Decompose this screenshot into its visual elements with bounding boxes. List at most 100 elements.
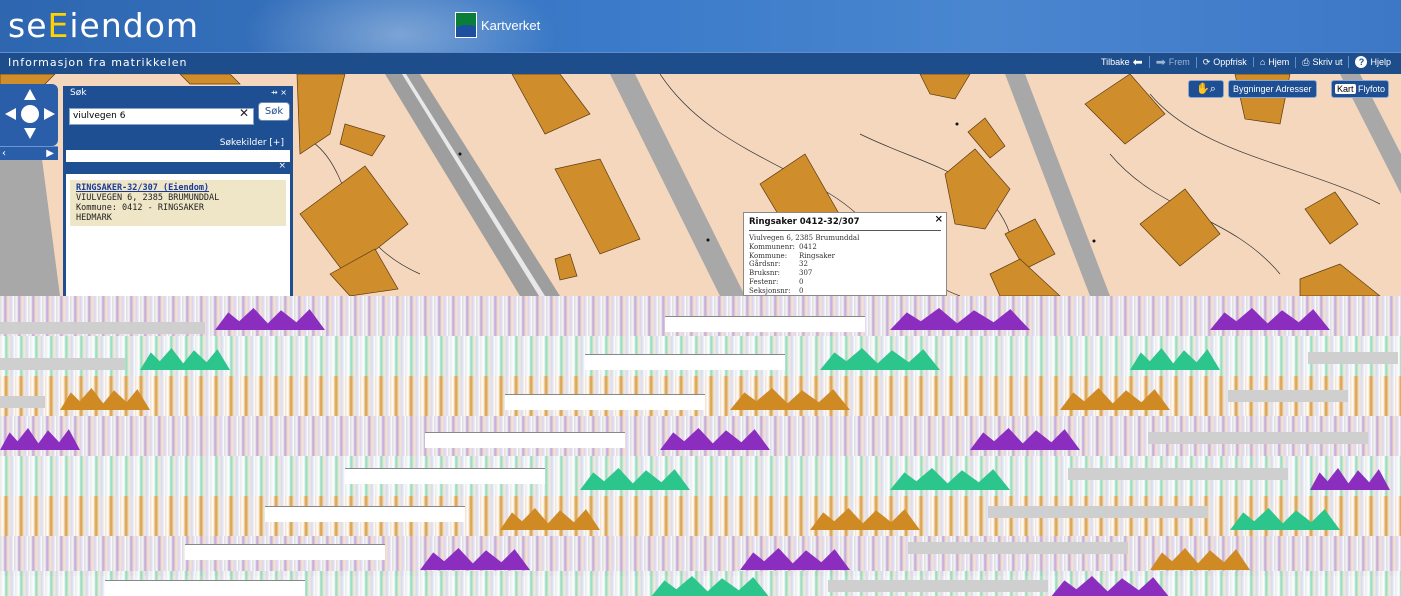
popup-address: Viulvegen 6, 2385 Brumunddal bbox=[749, 234, 941, 243]
popup-row: Kommunenr: 0412 bbox=[749, 243, 941, 252]
road-diagonal-2 bbox=[610, 74, 745, 296]
building-14 bbox=[1084, 74, 1166, 145]
pan-zoom-tools[interactable]: ✋⌕ bbox=[1188, 80, 1224, 98]
toolbar: Informasjon fra matrikkelen Tilbake ⬅ ➡ … bbox=[0, 52, 1401, 74]
panel-controls[interactable]: ⇸ × bbox=[271, 88, 287, 97]
results-header: × bbox=[66, 161, 290, 174]
search-panel-header: Søk ⇸ × bbox=[66, 86, 290, 100]
close-results-icon[interactable]: × bbox=[278, 161, 286, 171]
search-sources-link[interactable]: Søkekilder [+] bbox=[220, 138, 284, 148]
artifact-bar bbox=[988, 506, 1208, 518]
artifact-bar bbox=[908, 542, 1128, 554]
home-button[interactable]: ⌂ Hjem bbox=[1252, 57, 1295, 67]
artifact-popup-fragment bbox=[505, 394, 705, 410]
popup-row-value: 307 bbox=[799, 269, 813, 278]
artifact-popup-fragment bbox=[185, 544, 385, 560]
building-12 bbox=[1004, 218, 1056, 270]
result-line-1: VIULVEGEN 6, 2385 BRUMUNDDAL bbox=[76, 193, 220, 203]
logo-suffix: iendom bbox=[69, 6, 200, 45]
app-logo[interactable]: seEiendom bbox=[8, 6, 199, 45]
arrow-right-icon: ➡ bbox=[1155, 55, 1166, 69]
map-button[interactable]: Kart bbox=[1335, 84, 1356, 94]
building-1 bbox=[296, 74, 346, 155]
forward-button[interactable]: ➡ Frem bbox=[1148, 55, 1196, 69]
result-line-2: Kommune: 0412 - RINGSAKER bbox=[76, 203, 204, 213]
building-5 bbox=[511, 74, 591, 135]
popup-row-value: 32 bbox=[799, 260, 808, 269]
pan-control[interactable] bbox=[0, 84, 58, 146]
property-info-popup: Ringsaker 0412-32/307 × Viulvegen 6, 238… bbox=[743, 212, 947, 296]
close-popup-icon[interactable]: × bbox=[935, 214, 943, 225]
popup-row-value: 0412 bbox=[799, 242, 817, 251]
artifact-bar bbox=[0, 396, 45, 408]
artifact-bar bbox=[0, 358, 125, 370]
building-18 bbox=[1299, 263, 1381, 297]
artifact-bar bbox=[0, 322, 205, 334]
artifact-popup-fragment bbox=[265, 506, 465, 522]
popup-title: Ringsaker 0412-32/307 bbox=[749, 217, 941, 231]
logo-accent: E bbox=[47, 6, 70, 45]
expand-icon: ▶ bbox=[46, 148, 54, 159]
popup-row: Seksjonsnr: 0 bbox=[749, 287, 941, 296]
result-link[interactable]: RINGSAKER-32/307 (Eiendom) bbox=[76, 183, 209, 193]
popup-row-key: Kommunenr: bbox=[749, 242, 795, 251]
help-icon: ? bbox=[1355, 56, 1368, 68]
refresh-button[interactable]: ⟳ Oppfrisk bbox=[1195, 56, 1253, 68]
logo-prefix: se bbox=[8, 6, 48, 45]
artifact-bar bbox=[1068, 468, 1288, 480]
app-header: seEiendom Kartverket bbox=[0, 0, 1401, 52]
toolbar-nav: Tilbake ⬅ ➡ Frem ⟳ Oppfrisk ⌂ Hjem ⎙ Skr… bbox=[1095, 56, 1397, 68]
collapse-icon: ‹ bbox=[2, 148, 6, 159]
home-label: Hjem bbox=[1268, 57, 1290, 67]
building-6 bbox=[554, 158, 641, 255]
app-subtitle: Informasjon fra matrikkelen bbox=[8, 56, 188, 69]
result-line-3: HEDMARK bbox=[76, 213, 112, 223]
pan-arrows-icon bbox=[5, 89, 55, 139]
print-button[interactable]: ⎙ Skriv ut bbox=[1295, 56, 1348, 68]
building-20 bbox=[179, 74, 241, 85]
popup-row-value: 0 bbox=[799, 277, 804, 286]
refresh-label: Oppfrisk bbox=[1213, 57, 1247, 67]
print-label: Skriv ut bbox=[1312, 57, 1343, 67]
rendering-artifact-area bbox=[0, 296, 1401, 596]
printer-icon: ⎙ bbox=[1302, 56, 1310, 67]
search-input[interactable] bbox=[69, 107, 254, 125]
home-icon: ⌂ bbox=[1259, 57, 1266, 67]
hand-icon[interactable]: ✋ bbox=[1196, 82, 1210, 95]
search-button[interactable]: Søk bbox=[258, 102, 290, 121]
popup-row-key: Seksjonsnr: bbox=[749, 286, 791, 295]
search-panel-title: Søk bbox=[70, 88, 87, 98]
building-16 bbox=[1139, 188, 1221, 267]
clear-search-icon[interactable]: ✕ bbox=[239, 106, 249, 120]
search-panel: Søk ⇸ × ✕ Søk Søkekilder [+] × RINGSAKER… bbox=[63, 86, 293, 301]
address-point bbox=[706, 238, 710, 242]
popup-row-key: Bruksnr: bbox=[749, 269, 781, 278]
building-7 bbox=[554, 253, 578, 281]
address-point bbox=[458, 152, 462, 156]
refresh-icon: ⟳ bbox=[1202, 56, 1211, 67]
layer-toggle-buttons[interactable]: Bygninger Adresser bbox=[1228, 80, 1317, 98]
road-diagonal-1-lane bbox=[402, 74, 545, 296]
artifact-popup-fragment bbox=[665, 316, 865, 332]
artifact-popup-fragment bbox=[425, 432, 625, 448]
kartverket-logo[interactable]: Kartverket bbox=[455, 12, 540, 38]
popup-row-value: 0 bbox=[799, 286, 804, 295]
building-2 bbox=[339, 123, 386, 157]
building-17 bbox=[1304, 191, 1359, 245]
pan-expand-bar[interactable]: ‹ ▶ bbox=[0, 146, 58, 160]
artifact-bar bbox=[1148, 432, 1368, 444]
popup-address-value: Viulvegen 6, 2385 Brumunddal bbox=[749, 234, 860, 242]
popup-row: Gårdsnr: 32 bbox=[749, 260, 941, 269]
popup-row: Festenr: 0 bbox=[749, 278, 941, 287]
artifact-popup-fragment bbox=[105, 580, 305, 596]
base-map-toggle[interactable]: Kart Flyfoto bbox=[1331, 80, 1390, 98]
aerial-button[interactable]: Flyfoto bbox=[1358, 84, 1385, 94]
building-10 bbox=[944, 148, 1011, 230]
help-button[interactable]: ? Hjelp bbox=[1348, 56, 1397, 68]
magnifier-icon[interactable]: ⌕ bbox=[1210, 82, 1216, 95]
search-result-item[interactable]: RINGSAKER-32/307 (Eiendom) VIULVEGEN 6, … bbox=[70, 180, 286, 226]
kartverket-label: Kartverket bbox=[481, 17, 541, 33]
popup-row-key: Gårdsnr: bbox=[749, 260, 781, 269]
artifact-popup-fragment bbox=[345, 468, 545, 484]
back-button[interactable]: Tilbake ⬅ bbox=[1095, 56, 1149, 68]
